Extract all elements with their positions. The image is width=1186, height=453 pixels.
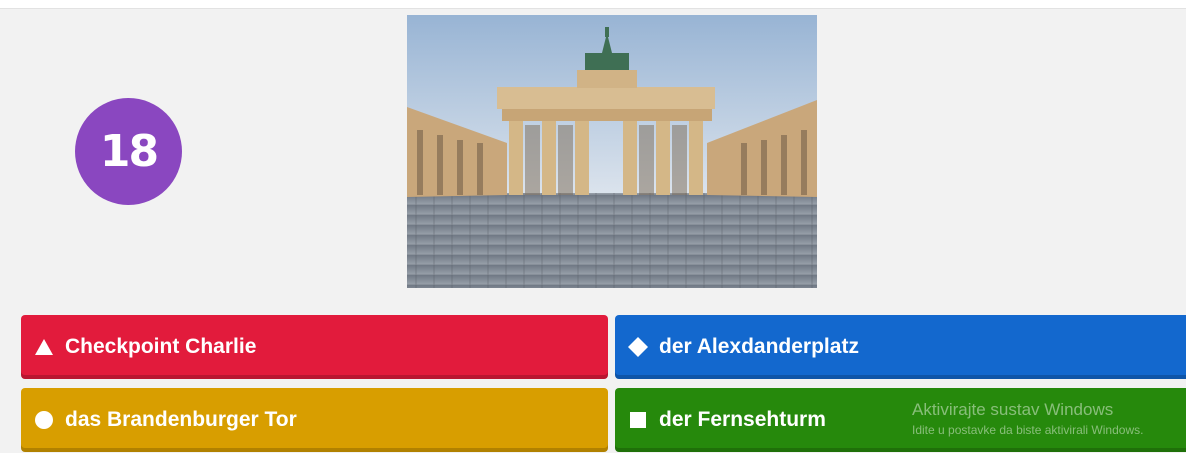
question-image	[407, 15, 817, 288]
square-icon	[627, 409, 649, 431]
answer-option-2[interactable]: der Alexdanderplatz	[615, 315, 1186, 379]
answer-label: das Brandenburger Tor	[65, 408, 297, 431]
answer-label: der Alexdanderplatz	[659, 335, 859, 358]
answer-option-1[interactable]: Checkpoint Charlie	[21, 315, 608, 379]
timer-value: 18	[99, 126, 159, 177]
circle-icon	[33, 409, 55, 431]
answer-label: der Fernsehturm	[659, 408, 826, 431]
answer-label: Checkpoint Charlie	[65, 335, 257, 358]
question-timer: 18	[75, 98, 182, 205]
diamond-icon	[627, 336, 649, 358]
watermark-title: Aktivirajte sustav Windows	[912, 400, 1114, 419]
windows-activation-watermark: Aktivirajte sustav Windows Idite u posta…	[912, 400, 1143, 437]
watermark-subtitle: Idite u postavke da biste aktivirali Win…	[912, 423, 1144, 437]
top-bar	[0, 0, 1186, 9]
triangle-icon	[33, 336, 55, 358]
answer-option-3[interactable]: das Brandenburger Tor	[21, 388, 608, 452]
